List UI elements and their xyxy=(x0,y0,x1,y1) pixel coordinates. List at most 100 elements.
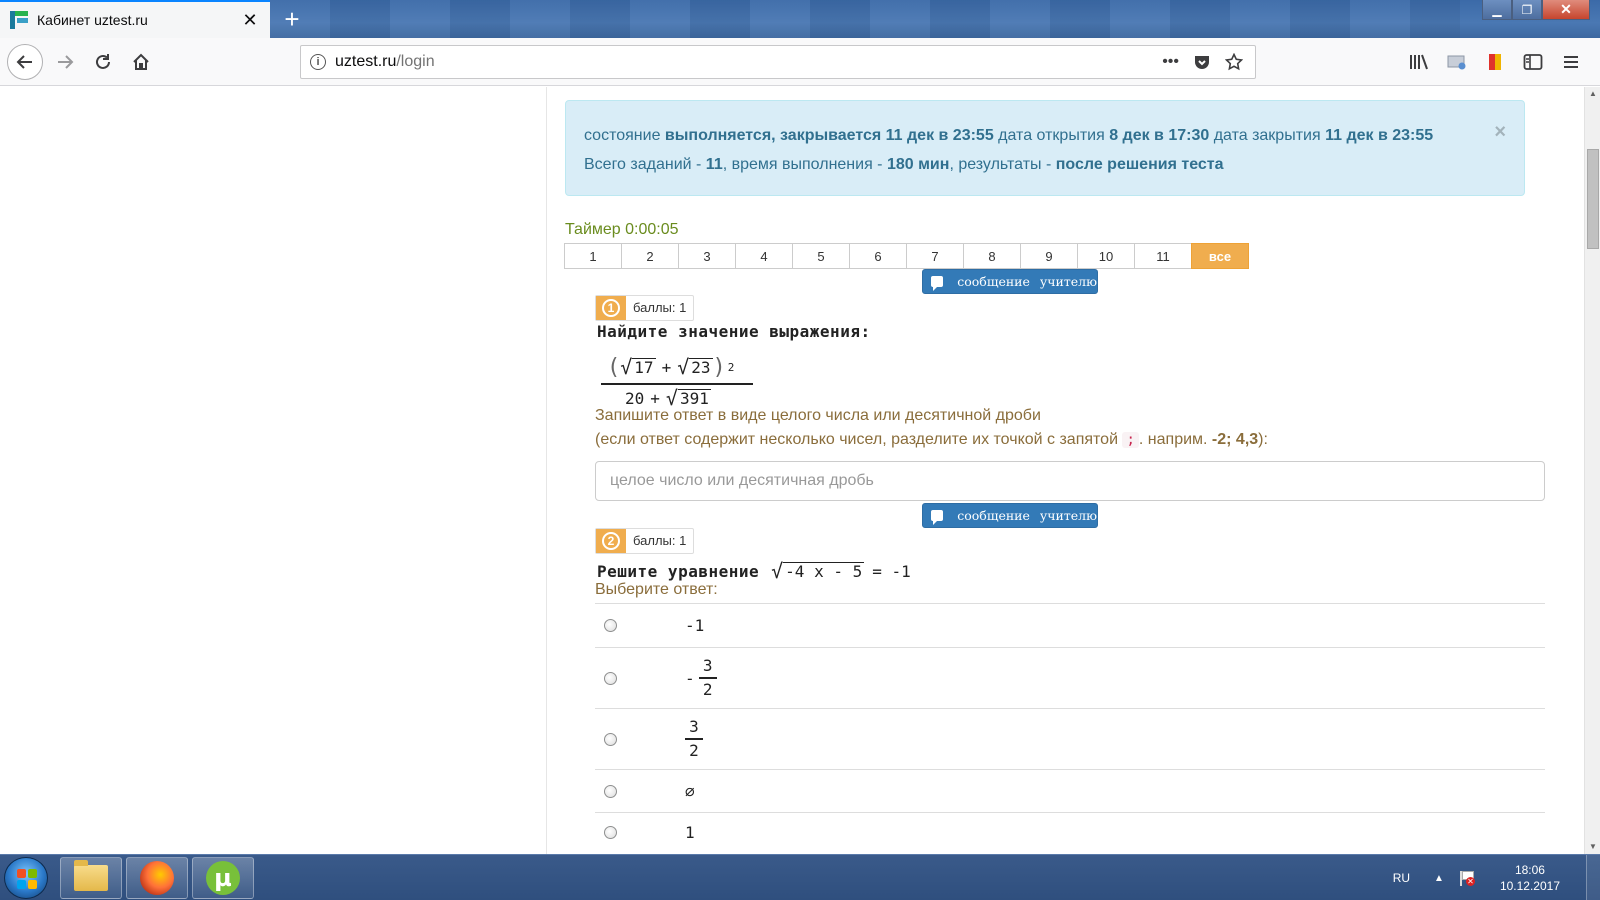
library-icon[interactable] xyxy=(1402,45,1436,79)
radicand: -4 x - 5 xyxy=(783,562,865,582)
answer-option[interactable]: ∅ xyxy=(595,769,1545,812)
site-info-icon[interactable]: i xyxy=(301,54,335,70)
message-button-label: сообщение xyxy=(957,274,1030,289)
answer-value: -1 xyxy=(685,616,705,635)
minimize-button[interactable]: ▁ xyxy=(1482,0,1512,20)
question-nav-item[interactable]: 10 xyxy=(1077,243,1135,269)
question-nav-all[interactable]: все xyxy=(1191,243,1249,269)
answer-value: 1 xyxy=(685,823,695,842)
system-tray: RU ▲ ✕ 18:06 10.12.2017 xyxy=(1393,855,1600,900)
arrow-right-icon xyxy=(58,55,74,69)
sync-mail-icon[interactable] xyxy=(1440,45,1474,79)
question-nav-item[interactable]: 2 xyxy=(621,243,679,269)
message-teacher-button[interactable]: сообщение учителю xyxy=(922,269,1098,294)
separator-code: ; xyxy=(1122,432,1139,448)
question-nav-item[interactable]: 4 xyxy=(735,243,793,269)
message-button-label: сообщение xyxy=(957,508,1030,523)
scroll-up-icon[interactable]: ▲ xyxy=(1585,87,1600,101)
answer-value: ∅ xyxy=(685,781,695,801)
forward-button[interactable] xyxy=(48,45,82,79)
question-nav-item[interactable]: 9 xyxy=(1020,243,1078,269)
question-nav-item[interactable]: 3 xyxy=(678,243,736,269)
bookmark-star-icon[interactable] xyxy=(1225,53,1243,71)
answer-hint: Запишите ответ в виде целого числа или д… xyxy=(595,407,1041,424)
vertical-scrollbar[interactable]: ▲ ▼ xyxy=(1584,87,1600,854)
language-indicator[interactable]: RU xyxy=(1393,871,1410,885)
clock-date: 10.12.2017 xyxy=(1499,879,1560,893)
answer-option[interactable]: -1 xyxy=(595,603,1545,647)
sidebar-toggle-icon[interactable] xyxy=(1516,45,1550,79)
answer-format-hint: (если ответ содержит несколько чисел, ра… xyxy=(595,431,1268,448)
arrow-left-icon xyxy=(16,55,32,69)
url-text[interactable]: uztest.ru/login xyxy=(335,53,1162,71)
question-navigation: 1 2 3 4 5 6 7 8 9 10 11 все xyxy=(564,243,1249,269)
windows-taskbar: µ RU ▲ ✕ 18:06 10.12.2017 xyxy=(0,854,1600,900)
action-center-flag-icon[interactable]: ✕ xyxy=(1458,870,1475,886)
equation: Решите уравнение √ -4 x - 5 = -1 xyxy=(597,559,911,583)
question-score: баллы: 1 xyxy=(633,300,687,315)
clock[interactable]: 18:06 10.12.2017 xyxy=(1500,862,1560,894)
alert-label: состояние xyxy=(584,127,665,144)
answer-radio[interactable] xyxy=(604,619,617,632)
alert-close-icon[interactable]: × xyxy=(1494,121,1506,144)
restore-button[interactable]: ❐ xyxy=(1512,0,1542,20)
test-content: состояние выполняется, закрывается 11 де… xyxy=(546,87,1584,854)
question-nav-item[interactable]: 5 xyxy=(792,243,850,269)
back-button[interactable] xyxy=(7,44,43,80)
taskbar-explorer[interactable] xyxy=(60,857,122,899)
folder-icon xyxy=(74,860,108,891)
scrollbar-thumb[interactable] xyxy=(1587,149,1599,249)
taskbar-firefox[interactable] xyxy=(126,857,188,899)
start-button[interactable] xyxy=(4,857,48,899)
message-teacher-button[interactable]: сообщение учителю xyxy=(922,503,1098,528)
comment-icon xyxy=(931,510,944,525)
page-actions-icon[interactable]: ••• xyxy=(1162,53,1179,71)
operator: + xyxy=(650,388,660,408)
url-bar[interactable]: i uztest.ru/login ••• xyxy=(300,45,1256,79)
comment-icon xyxy=(931,276,944,291)
show-desktop-button[interactable] xyxy=(1586,855,1600,900)
close-window-button[interactable]: ✕ xyxy=(1542,0,1590,20)
answer-options: -1 -3 2 3 2 ∅ 1 xyxy=(595,603,1545,852)
answer-radio[interactable] xyxy=(604,826,617,839)
answer-input[interactable]: целое число или десятичная дробь xyxy=(595,461,1545,501)
extension-icon[interactable] xyxy=(1478,45,1512,79)
new-tab-button[interactable]: + xyxy=(278,4,306,34)
answer-input-placeholder: целое число или десятичная дробь xyxy=(610,472,874,489)
browser-tab[interactable]: Кабинет uztest.ru ✕ xyxy=(0,0,270,38)
show-hidden-icons-icon[interactable]: ▲ xyxy=(1434,873,1444,884)
taskbar-utorrent[interactable]: µ xyxy=(192,857,254,899)
answer-option[interactable]: 32 xyxy=(595,708,1545,769)
web-page: состояние выполняется, закрывается 11 де… xyxy=(0,87,1584,854)
reload-button[interactable] xyxy=(86,45,120,79)
home-button[interactable] xyxy=(124,45,158,79)
timer: Таймер 0:00:05 xyxy=(565,221,679,238)
pocket-icon[interactable] xyxy=(1193,53,1211,71)
answer-radio[interactable] xyxy=(604,784,617,798)
reload-icon xyxy=(96,54,110,69)
scroll-down-icon[interactable]: ▼ xyxy=(1585,840,1600,854)
alert-value: 8 дек в 17:30 xyxy=(1109,127,1210,144)
question-score: баллы: 1 xyxy=(633,533,687,548)
alert-label: , результаты - xyxy=(949,156,1056,173)
message-button-label: учителю xyxy=(1039,508,1097,523)
answer-radio[interactable] xyxy=(604,732,617,746)
answer-option[interactable]: 1 xyxy=(595,812,1545,852)
alert-value: 180 мин xyxy=(886,156,950,173)
question-nav-item[interactable]: 6 xyxy=(849,243,907,269)
navigation-toolbar: i uztest.ru/login ••• xyxy=(0,38,1600,86)
question-nav-item[interactable]: 8 xyxy=(963,243,1021,269)
answer-option[interactable]: -32 xyxy=(595,647,1545,708)
question-nav-item[interactable]: 11 xyxy=(1134,243,1192,269)
question-title: Решите уравнение xyxy=(597,561,760,581)
menu-icon[interactable] xyxy=(1554,45,1588,79)
question-nav-item[interactable]: 1 xyxy=(564,243,622,269)
math-expression: ( √ 17 + √ 23 ) 2 20 + √ 391 xyxy=(601,351,753,411)
tab-title: Кабинет uztest.ru xyxy=(37,12,148,28)
answer-radio[interactable] xyxy=(604,671,617,685)
question-nav-item[interactable]: 7 xyxy=(906,243,964,269)
clock-time: 18:06 xyxy=(1514,863,1545,877)
firefox-icon xyxy=(140,861,174,895)
tab-close-icon[interactable]: ✕ xyxy=(236,10,264,31)
alert-label: Всего заданий - xyxy=(584,156,706,173)
